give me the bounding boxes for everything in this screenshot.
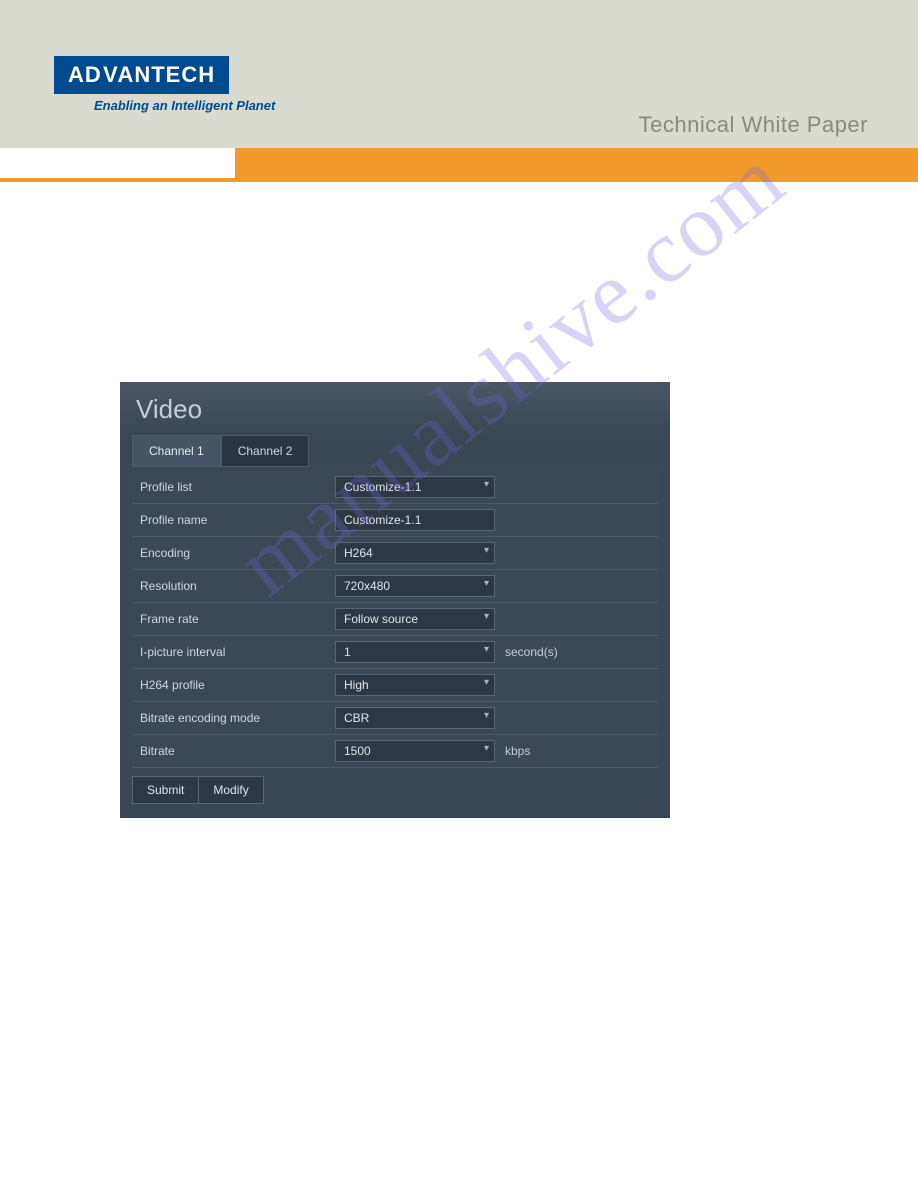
select-bitrate-encoding-mode[interactable]: CBR	[335, 707, 495, 729]
tab-channel-1[interactable]: Channel 1	[132, 435, 221, 467]
panel-title: Video	[120, 382, 670, 435]
label-h264-profile: H264 profile	[140, 678, 335, 692]
row-bitrate-encoding-mode: Bitrate encoding mode CBR	[132, 702, 658, 735]
select-bitrate[interactable]: 1500	[335, 740, 495, 762]
select-i-picture-interval[interactable]: 1	[335, 641, 495, 663]
select-h264-profile[interactable]: High	[335, 674, 495, 696]
row-i-picture-interval: I-picture interval 1 second(s)	[132, 636, 658, 669]
row-bitrate: Bitrate 1500 kbps	[132, 735, 658, 768]
row-h264-profile: H264 profile High	[132, 669, 658, 702]
brand-logo-text: ADVANTECH	[54, 56, 229, 94]
label-bitrate: Bitrate	[140, 744, 335, 758]
header-tab-blank	[0, 148, 235, 178]
input-profile-name[interactable]	[335, 509, 495, 531]
video-settings-panel: Video Channel 1 Channel 2 Profile list C…	[120, 382, 670, 818]
label-bitrate-encoding-mode: Bitrate encoding mode	[140, 711, 335, 725]
label-frame-rate: Frame rate	[140, 612, 335, 626]
suffix-seconds: second(s)	[505, 645, 558, 659]
row-profile-name: Profile name	[132, 504, 658, 537]
select-profile-list[interactable]: Customize-1.1	[335, 476, 495, 498]
label-resolution: Resolution	[140, 579, 335, 593]
label-profile-list: Profile list	[140, 480, 335, 494]
tab-channel-2[interactable]: Channel 2	[221, 435, 310, 467]
row-frame-rate: Frame rate Follow source	[132, 603, 658, 636]
brand-tagline: Enabling an Intelligent Planet	[54, 98, 275, 113]
row-resolution: Resolution 720x480	[132, 570, 658, 603]
select-frame-rate[interactable]: Follow source	[335, 608, 495, 630]
document-type: Technical White Paper	[639, 112, 868, 138]
select-resolution[interactable]: 720x480	[335, 575, 495, 597]
header-orange-strip	[0, 178, 918, 182]
row-profile-list: Profile list Customize-1.1	[132, 471, 658, 504]
select-encoding[interactable]: H264	[335, 542, 495, 564]
row-encoding: Encoding H264	[132, 537, 658, 570]
header-divider	[0, 148, 918, 178]
logo: ADVANTECH Enabling an Intelligent Planet	[54, 56, 275, 113]
header-orange-bar	[235, 148, 918, 178]
label-i-picture-interval: I-picture interval	[140, 645, 335, 659]
header-banner: ADVANTECH Enabling an Intelligent Planet…	[0, 0, 918, 148]
label-encoding: Encoding	[140, 546, 335, 560]
submit-button[interactable]: Submit	[132, 776, 199, 804]
modify-button[interactable]: Modify	[199, 776, 263, 804]
channel-tabs: Channel 1 Channel 2	[132, 435, 658, 467]
button-row: Submit Modify	[132, 776, 658, 804]
label-profile-name: Profile name	[140, 513, 335, 527]
suffix-kbps: kbps	[505, 744, 530, 758]
